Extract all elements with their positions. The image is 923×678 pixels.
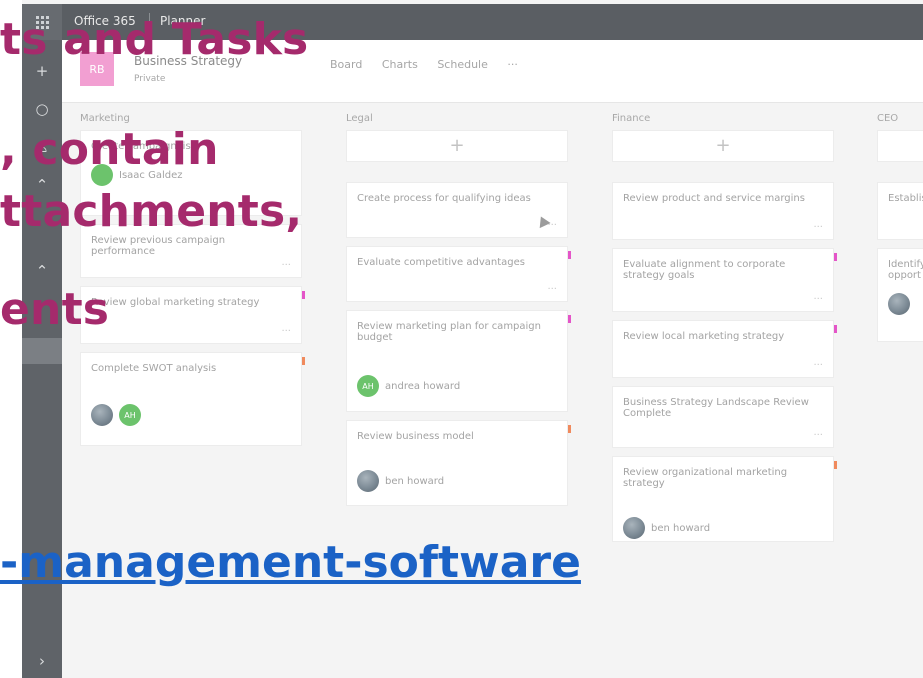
task-title: Create process for qualifying ideas bbox=[357, 193, 531, 204]
add-task-button[interactable]: + bbox=[346, 130, 568, 162]
tab-schedule[interactable]: Schedule bbox=[437, 58, 488, 71]
more-tabs-icon[interactable]: ··· bbox=[507, 58, 518, 71]
assignee-name: andrea howard bbox=[385, 380, 461, 392]
avatar bbox=[91, 404, 113, 426]
bucket-title: Finance bbox=[612, 113, 651, 124]
task-card[interactable]: Create process for qualifying ideas ··· bbox=[346, 182, 568, 238]
task-card[interactable]: Review business model ben howard bbox=[346, 420, 571, 506]
task-title: Review marketing plan for campaign budge… bbox=[357, 321, 541, 343]
headline-line-4: ents bbox=[0, 284, 110, 335]
tab-board[interactable]: Board bbox=[330, 58, 362, 71]
chevron-up-icon[interactable]: ⌃ bbox=[22, 262, 62, 280]
assignees: AH bbox=[91, 404, 291, 426]
task-card[interactable]: Review organizational marketing strategy… bbox=[612, 456, 837, 542]
task-card[interactable]: Establis bbox=[877, 182, 923, 240]
label-flag bbox=[834, 325, 837, 333]
more-icon[interactable]: ··· bbox=[547, 284, 557, 295]
bucket-ceo: CEO Establis Identify opport bbox=[877, 108, 923, 350]
headline-line-3: ttachments, bbox=[0, 186, 303, 237]
bucket-title: CEO bbox=[877, 113, 899, 124]
assignee bbox=[888, 293, 923, 315]
software-link[interactable]: -management-software bbox=[0, 537, 581, 588]
more-icon[interactable]: ··· bbox=[281, 260, 291, 271]
bucket-finance: Finance + Review product and service mar… bbox=[612, 108, 837, 550]
avatar bbox=[357, 470, 379, 492]
plan-private-label: Private bbox=[134, 74, 166, 84]
chevron-right-icon[interactable]: › bbox=[22, 652, 62, 670]
assignee-name: ben howard bbox=[651, 522, 711, 534]
label-flag bbox=[834, 461, 837, 469]
task-card[interactable]: Review global marketing strategy ··· bbox=[80, 286, 305, 344]
task-title: Evaluate competitive advantages bbox=[357, 257, 525, 268]
headline-line-2: , contain bbox=[0, 124, 219, 175]
task-card[interactable]: Review local marketing strategy ··· bbox=[612, 320, 837, 378]
task-title: Identify opport bbox=[888, 259, 923, 281]
bucket-legal: Legal + Create process for qualifying id… bbox=[346, 108, 571, 514]
task-title: Establis bbox=[888, 193, 923, 204]
bucket-title: Legal bbox=[346, 113, 373, 124]
task-card[interactable]: Complete SWOT analysis AH bbox=[80, 352, 305, 446]
task-card[interactable]: Identify opport bbox=[877, 248, 923, 342]
task-card[interactable]: Evaluate competitive advantages ··· bbox=[346, 246, 571, 302]
task-card[interactable]: Review marketing plan for campaign budge… bbox=[346, 310, 571, 412]
task-title: Review business model bbox=[357, 431, 474, 442]
label-flag bbox=[302, 291, 305, 299]
more-icon[interactable]: ··· bbox=[813, 222, 823, 233]
avatar bbox=[888, 293, 910, 315]
label-flag bbox=[568, 251, 571, 259]
tab-charts[interactable]: Charts bbox=[382, 58, 418, 71]
headline-line-1: ts and Tasks bbox=[0, 14, 309, 65]
more-icon[interactable]: ··· bbox=[813, 430, 823, 441]
add-task-button[interactable] bbox=[877, 130, 923, 162]
label-flag bbox=[568, 425, 571, 433]
task-title: Review local marketing strategy bbox=[623, 331, 785, 342]
task-title: Complete SWOT analysis bbox=[91, 363, 217, 374]
avatar: AH bbox=[357, 375, 379, 397]
assignee: ben howard bbox=[357, 470, 557, 492]
plan-tabs: Board Charts Schedule ··· bbox=[330, 58, 534, 71]
add-task-button[interactable]: + bbox=[612, 130, 834, 162]
task-card[interactable]: Review product and service margins ··· bbox=[612, 182, 834, 240]
circle-icon[interactable]: ○ bbox=[22, 100, 62, 118]
task-card[interactable]: Business Strategy Landscape Review Compl… bbox=[612, 386, 834, 448]
task-title: Review global marketing strategy bbox=[91, 297, 260, 308]
assignee: AH andrea howard bbox=[357, 375, 557, 397]
label-flag bbox=[302, 357, 305, 365]
label-flag bbox=[834, 253, 837, 261]
rail-active-item[interactable] bbox=[22, 338, 62, 364]
more-icon[interactable]: ··· bbox=[813, 360, 823, 371]
task-card[interactable]: Evaluate alignment to corporate strategy… bbox=[612, 248, 837, 312]
assignee: ben howard bbox=[623, 517, 823, 539]
assignee-name: ben howard bbox=[385, 475, 445, 487]
avatar bbox=[623, 517, 645, 539]
task-title: Review organizational marketing strategy bbox=[623, 467, 788, 489]
more-icon[interactable]: ··· bbox=[813, 294, 823, 305]
task-title: Business Strategy Landscape Review Compl… bbox=[623, 397, 809, 419]
task-title: Review previous campaign performance bbox=[91, 235, 226, 257]
more-icon[interactable]: ··· bbox=[281, 326, 291, 337]
label-flag bbox=[568, 315, 571, 323]
task-title: Review product and service margins bbox=[623, 193, 805, 204]
task-title: Evaluate alignment to corporate strategy… bbox=[623, 259, 786, 281]
avatar: AH bbox=[119, 404, 141, 426]
